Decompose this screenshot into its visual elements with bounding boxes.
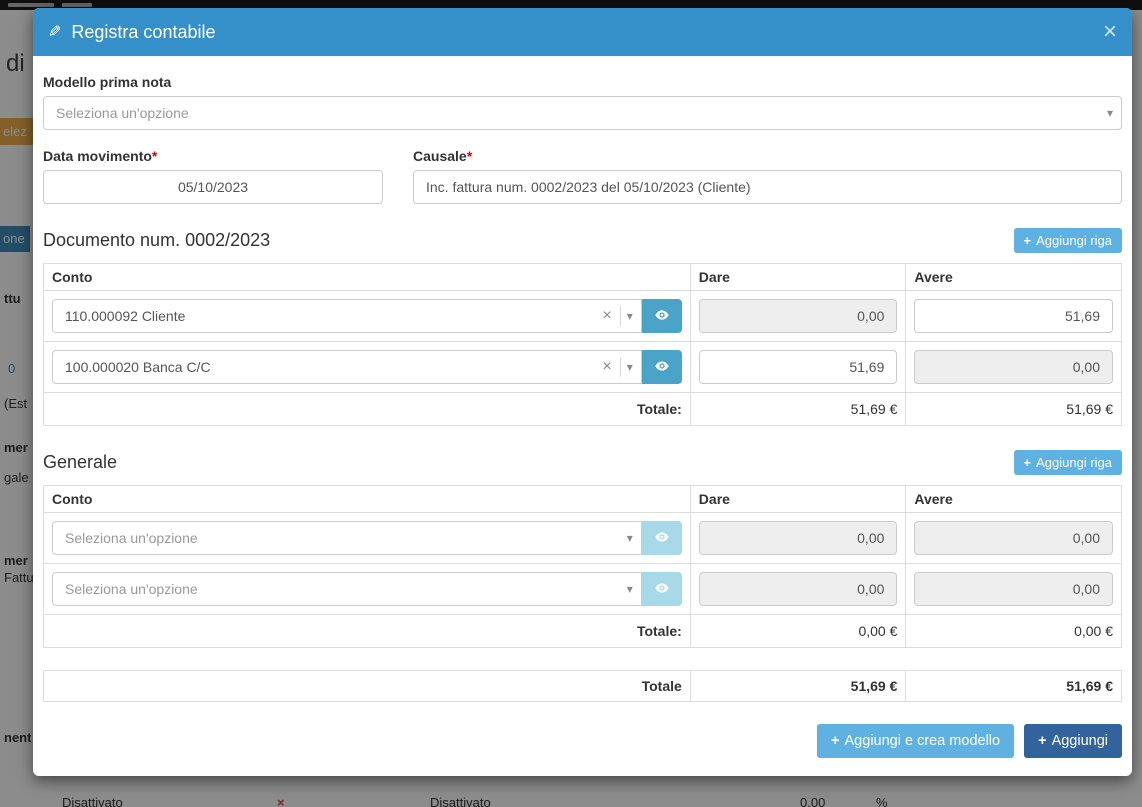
table-row: 110.000092 Cliente × ▾ (44, 291, 1122, 342)
plus-icon: + (1038, 733, 1046, 749)
grand-total-table: Totale 51,69 € 51,69 € (43, 670, 1122, 702)
avere-input[interactable] (914, 299, 1113, 333)
account-select[interactable]: Seleziona un'opzione ▾ (52, 521, 642, 555)
grand-total-dare: 51,69 € (690, 671, 906, 702)
column-header-conto: Conto (44, 264, 691, 291)
dare-input[interactable] (699, 350, 898, 384)
total-avere: 51,69 € (906, 393, 1122, 426)
causale-label-text: Causale (413, 148, 467, 164)
column-header-dare: Dare (690, 486, 906, 513)
add-row-button-document[interactable]: + Aggiungi riga (1014, 228, 1122, 253)
date-label: Data movimento* (43, 148, 383, 164)
grand-total-row: Totale 51,69 € 51,69 € (44, 671, 1122, 702)
date-label-text: Data movimento (43, 148, 152, 164)
required-asterisk: * (467, 148, 472, 164)
general-section-title: Generale (43, 452, 117, 473)
add-row-label: Aggiungi riga (1036, 233, 1112, 248)
table-row: 100.000020 Banca C/C × ▾ (44, 342, 1122, 393)
grand-total-label: Totale (44, 671, 691, 702)
total-row: Totale: 0,00 € 0,00 € (44, 615, 1122, 648)
account-select[interactable]: Seleziona un'opzione ▾ (52, 572, 642, 606)
total-dare: 51,69 € (690, 393, 906, 426)
account-select[interactable]: 100.000020 Banca C/C × ▾ (52, 350, 642, 384)
modal-footer: + Aggiungi e crea modello + Aggiungi (33, 710, 1132, 776)
avere-input (914, 521, 1113, 555)
plus-icon: + (1024, 455, 1032, 470)
view-account-button-disabled (642, 572, 682, 606)
registra-contabile-modal: ✎ Registra contabile × Modello prima not… (33, 8, 1132, 776)
chevron-down-icon: ▾ (627, 582, 633, 596)
divider (620, 306, 621, 326)
account-select[interactable]: 110.000092 Cliente × ▾ (52, 299, 642, 333)
column-header-conto: Conto (44, 486, 691, 513)
column-header-avere: Avere (906, 264, 1122, 291)
total-dare: 0,00 € (690, 615, 906, 648)
eye-icon (654, 307, 670, 326)
add-template-label: Aggiungi e crea modello (845, 733, 1001, 749)
chevron-down-icon: ▾ (627, 531, 633, 545)
add-row-button-general[interactable]: + Aggiungi riga (1014, 450, 1122, 475)
general-table: Conto Dare Avere Seleziona un'opzione ▾ (43, 485, 1122, 648)
modal-title-text: Registra contabile (71, 22, 215, 43)
add-and-create-template-button[interactable]: + Aggiungi e crea modello (817, 724, 1014, 758)
account-select-value: 110.000092 Cliente (65, 308, 594, 324)
divider (620, 357, 621, 377)
modal-body: Modello prima nota Seleziona un'opzione … (33, 56, 1132, 710)
plus-icon: + (831, 733, 839, 749)
view-account-button[interactable] (642, 350, 682, 384)
table-row: Seleziona un'opzione ▾ (44, 513, 1122, 564)
column-header-dare: Dare (690, 264, 906, 291)
model-select-placeholder: Seleziona un'opzione (56, 105, 1107, 121)
dare-input (699, 572, 898, 606)
eye-icon (654, 580, 670, 599)
chevron-down-icon: ▾ (627, 360, 633, 374)
view-account-button[interactable] (642, 299, 682, 333)
avere-input (914, 572, 1113, 606)
close-icon[interactable]: × (1103, 20, 1117, 44)
chevron-down-icon: ▾ (627, 309, 633, 323)
document-table: Conto Dare Avere 110.000092 Cliente × ▾ (43, 263, 1122, 426)
clear-selection-icon[interactable]: × (594, 307, 619, 325)
total-label: Totale: (44, 615, 691, 648)
required-asterisk: * (152, 148, 157, 164)
total-label: Totale: (44, 393, 691, 426)
causale-label: Causale* (413, 148, 1122, 164)
document-section-title: Documento num. 0002/2023 (43, 230, 270, 251)
avere-input (914, 350, 1113, 384)
grand-total-avere: 51,69 € (906, 671, 1122, 702)
eye-icon (654, 529, 670, 548)
causale-input[interactable] (413, 170, 1122, 204)
clear-selection-icon[interactable]: × (594, 358, 619, 376)
account-select-placeholder: Seleziona un'opzione (65, 581, 627, 597)
column-header-avere: Avere (906, 486, 1122, 513)
model-select[interactable]: Seleziona un'opzione ▾ (43, 96, 1122, 130)
add-button[interactable]: + Aggiungi (1024, 724, 1122, 758)
total-avere: 0,00 € (906, 615, 1122, 648)
dare-input (699, 299, 898, 333)
table-row: Seleziona un'opzione ▾ (44, 564, 1122, 615)
total-row: Totale: 51,69 € 51,69 € (44, 393, 1122, 426)
add-row-label: Aggiungi riga (1036, 455, 1112, 470)
dare-input (699, 521, 898, 555)
account-select-value: 100.000020 Banca C/C (65, 359, 594, 375)
model-label: Modello prima nota (43, 74, 1122, 90)
date-input[interactable] (43, 170, 383, 204)
view-account-button-disabled (642, 521, 682, 555)
pencil-icon: ✎ (48, 22, 61, 42)
account-select-placeholder: Seleziona un'opzione (65, 530, 627, 546)
eye-icon (654, 358, 670, 377)
plus-icon: + (1024, 233, 1032, 248)
chevron-down-icon: ▾ (1107, 106, 1113, 120)
modal-header: ✎ Registra contabile × (33, 8, 1132, 56)
modal-title: ✎ Registra contabile (48, 22, 216, 43)
add-label: Aggiungi (1052, 733, 1108, 749)
